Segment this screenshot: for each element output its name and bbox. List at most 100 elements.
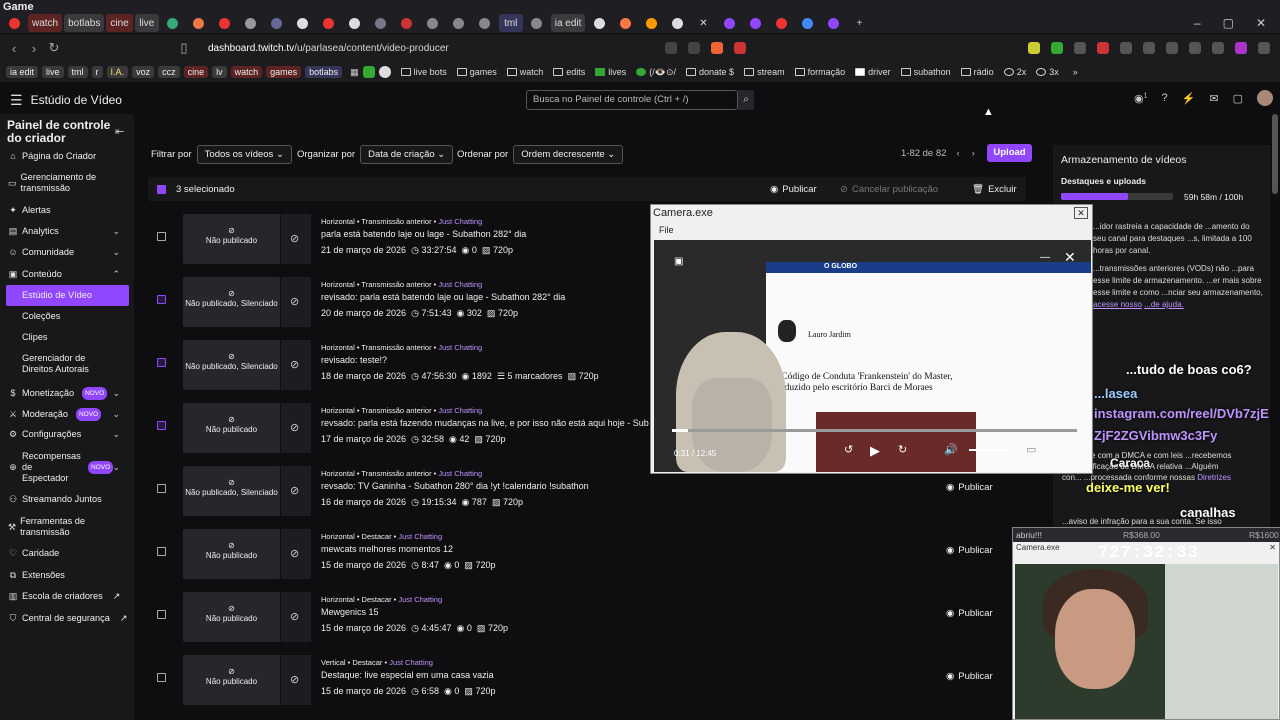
help-icon[interactable]: ?	[1162, 92, 1168, 106]
sidebar-item-seguranca[interactable]: ⛉ Central de segurança ↗	[8, 613, 130, 624]
bookmark-folder[interactable]: games	[456, 67, 497, 77]
sidebar-item-configuracoes[interactable]: ⚙ Configurações ⌄	[8, 429, 130, 440]
row-checkbox[interactable]	[157, 358, 166, 367]
sidebar-item-gerenciamento[interactable]: ▭ Gerenciamento de transmissão	[8, 172, 113, 194]
sidebar-item-ferramentas[interactable]: ⚒ Ferramentas de transmissão	[8, 516, 108, 538]
fullscreen-icon[interactable]: ⤢	[1054, 443, 1063, 456]
back-icon[interactable]: ‹	[4, 41, 24, 56]
guidelines-link[interactable]: Diretrizes	[1197, 473, 1231, 482]
bookmark-folder[interactable]: live bots	[400, 67, 447, 77]
sidebar-item-extensoes[interactable]: ⧉ Extensões	[8, 570, 130, 581]
search-icon[interactable]: ⌕	[738, 90, 754, 110]
tab-d[interactable]	[239, 14, 263, 32]
new-tab-button[interactable]: +	[847, 14, 871, 32]
video-category[interactable]: Just Chatting	[438, 406, 482, 415]
tab-a[interactable]	[161, 14, 185, 32]
ext-10-icon[interactable]	[1235, 42, 1247, 54]
volume-slider[interactable]	[969, 449, 1011, 451]
video-category[interactable]: Just Chatting	[398, 532, 442, 541]
tab-w[interactable]	[821, 14, 845, 32]
tab-n[interactable]	[525, 14, 549, 32]
tab-s[interactable]	[717, 14, 741, 32]
filter-select[interactable]: Todos os vídeos ⌄	[196, 145, 292, 164]
volume-icon[interactable]: 🔊	[944, 443, 958, 456]
bookmark-folder[interactable]: watch	[506, 67, 543, 77]
sidebar-item-escola[interactable]: ▥ Escola de criadores ↗	[8, 591, 130, 602]
video-title[interactable]: mewcats melhores momentos 12	[321, 544, 453, 554]
bookmark-pill[interactable]: lv	[212, 66, 227, 78]
sidebar-item-monetizacao[interactable]: $ Monetização NOVO ⌄	[8, 387, 130, 400]
tab-f[interactable]	[291, 14, 315, 32]
publish-button[interactable]: ◉ Publicar	[946, 671, 993, 682]
publish-button[interactable]: ◉ Publicar	[946, 545, 993, 556]
video-category[interactable]: Just Chatting	[438, 469, 482, 478]
hamburger-menu-icon[interactable]: ☰	[10, 92, 23, 109]
video-progress-bar[interactable]	[672, 429, 1077, 432]
video-title[interactable]: revsado: parla está fazendo mudanças na …	[321, 418, 649, 428]
bookmark-pill[interactable]: ccz	[158, 66, 180, 78]
select-all-checkbox[interactable]	[157, 184, 166, 194]
video-category[interactable]: Just Chatting	[438, 280, 482, 289]
bookmark-folder[interactable]: rádio	[960, 67, 994, 77]
sidebar-item-streamando-juntos[interactable]: ⚇ Streamando Juntos	[8, 494, 130, 505]
tab-o[interactable]	[587, 14, 611, 32]
share-icon[interactable]	[688, 42, 700, 54]
tab-m[interactable]	[473, 14, 497, 32]
bookmark-folder[interactable]: stream	[744, 67, 785, 77]
tab-b[interactable]	[187, 14, 211, 32]
more-bookmarks-icon[interactable]: »	[1073, 67, 1078, 77]
tab-watch[interactable]: watch	[28, 14, 63, 32]
tab-l[interactable]	[447, 14, 471, 32]
tab-icon[interactable]	[2, 14, 26, 32]
help-link-2[interactable]: ...de ajuda.	[1144, 300, 1184, 309]
sidebar-item-alertas[interactable]: ✦ Alertas	[8, 205, 130, 216]
tab-ia-edit[interactable]: ia edit	[550, 14, 586, 32]
prev-page-icon[interactable]: ‹	[956, 148, 959, 159]
tab-q[interactable]	[639, 14, 663, 32]
bulk-cancel-button[interactable]: ⊘ Cancelar publicação	[840, 184, 938, 195]
reload-icon[interactable]: ↻	[44, 40, 64, 56]
tab-active[interactable]: ✕	[691, 14, 715, 32]
close-icon[interactable]: ✕	[1269, 543, 1276, 552]
video-title[interactable]: revisado: teste!?	[321, 355, 387, 365]
bookmark-pill[interactable]: watch	[230, 66, 263, 78]
sidebar-item-conteudo[interactable]: ▣ Conteúdo ⌃	[8, 269, 130, 280]
video-title[interactable]: revisado: parla está batendo laje ou lag…	[321, 292, 565, 302]
bookmark-folder[interactable]: 3x	[1036, 67, 1059, 77]
video-thumbnail[interactable]: ⊘ Não publicado	[183, 529, 280, 579]
sidebar-item-colecoes[interactable]: Coleções	[22, 311, 60, 322]
page-scrollbar[interactable]	[1272, 114, 1278, 194]
collapse-sidebar-icon[interactable]: ⇤	[115, 125, 124, 138]
minimize-icon[interactable]: –	[1194, 16, 1201, 30]
bookmark-pill[interactable]: voz	[132, 66, 155, 78]
bookmark-folder[interactable]: driver	[855, 67, 891, 77]
file-menu[interactable]: File	[659, 225, 674, 235]
video-title[interactable]: revsado: TV Ganinha - Subathon 280° dia …	[321, 481, 589, 491]
ext-9-icon[interactable]	[1212, 42, 1224, 54]
bookmark-pill[interactable]: games	[266, 66, 302, 78]
bookmark-icon[interactable]: ▯	[174, 40, 194, 56]
video-thumbnail[interactable]: ⊘ Não publicado	[183, 403, 280, 453]
close-video-icon[interactable]: ✕	[1064, 249, 1076, 266]
ext-6-icon[interactable]	[1143, 42, 1155, 54]
bookmark-pill[interactable]: tml	[67, 66, 88, 78]
tab-botlabs[interactable]: botlabs	[64, 14, 105, 32]
sidebar-item-analytics[interactable]: ▤ Analytics ⌄	[8, 226, 130, 237]
forward-icon[interactable]: ↻	[898, 443, 907, 456]
bookmark-folder[interactable]: (/👁️⊙/	[636, 67, 676, 78]
row-checkbox[interactable]	[157, 295, 166, 304]
video-category[interactable]: Just Chatting	[438, 343, 482, 352]
sidebar-item-comunidade[interactable]: ☺ Comunidade ⌄	[8, 247, 130, 258]
bookmark-folder[interactable]: subathon	[900, 67, 951, 77]
ext-2-icon[interactable]	[1051, 42, 1063, 54]
video-thumbnail[interactable]: ⊘ Não publicado	[183, 592, 280, 642]
brave-icon[interactable]	[711, 42, 723, 54]
maximize-icon[interactable]: ▢	[1223, 16, 1234, 30]
tab-h[interactable]	[343, 14, 367, 32]
ext-1-icon[interactable]	[1028, 42, 1040, 54]
rewind-icon[interactable]: ↺	[844, 443, 853, 456]
tab-u[interactable]	[769, 14, 793, 32]
video-row[interactable]: ⊘ Não publicado ⊘ Vertical • Destacar • J…	[148, 647, 1010, 709]
camera-window-1[interactable]: Camera.exe ✕ File O GLOBO Lauro Jardim O…	[650, 204, 1093, 474]
ext-8-icon[interactable]	[1189, 42, 1201, 54]
